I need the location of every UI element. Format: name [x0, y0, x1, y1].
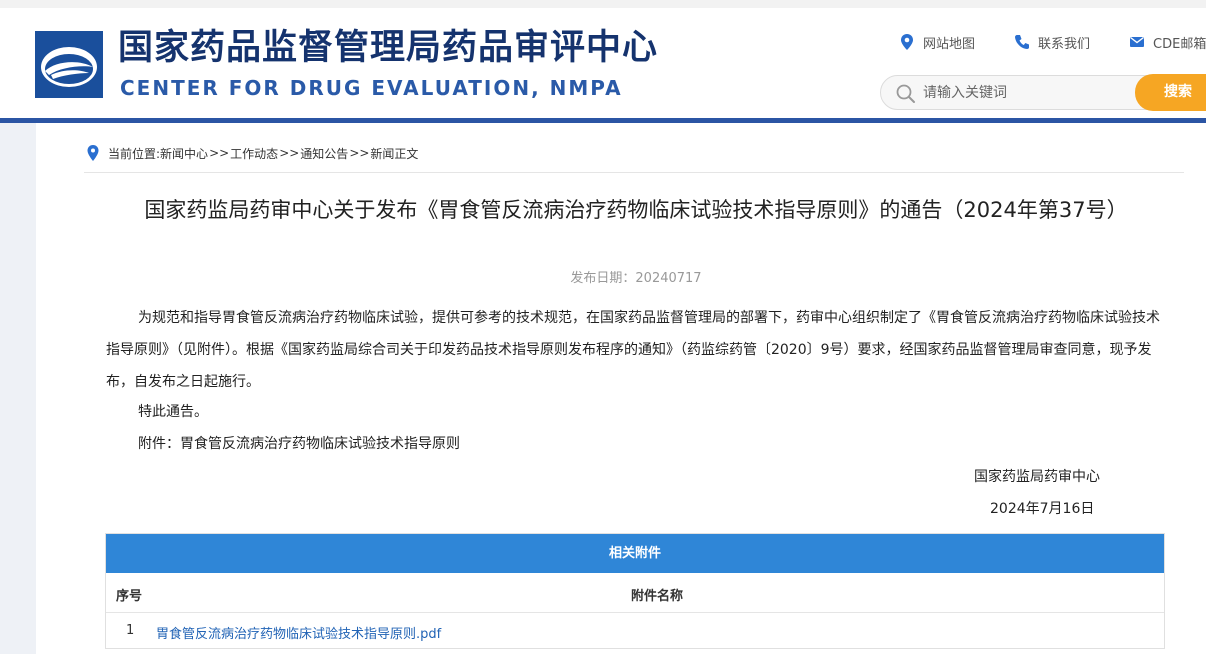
signature-date: 2024年7月16日 — [990, 501, 1095, 517]
column-header-name: 附件名称 — [631, 589, 684, 604]
sitemap-link[interactable]: 网站地图 — [898, 33, 975, 52]
breadcrumb-separator: >> — [349, 146, 370, 160]
site-name-chinese: 国家药品监督管理局药品审评中心 — [118, 28, 659, 68]
search-input[interactable] — [923, 81, 1123, 105]
logo-emblem-icon — [35, 31, 103, 98]
site-name-english: CENTER FOR DRUG EVALUATION, NMPA — [120, 76, 623, 100]
breadcrumb-item-article: 新闻正文 — [370, 146, 419, 161]
column-header-number: 序号 — [116, 589, 143, 604]
signature-organization: 国家药监局药审中心 — [974, 469, 1100, 485]
breadcrumb-separator: >> — [279, 146, 300, 160]
table-row: 1 胃食管反流病治疗药物临床试验技术指导原则.pdf — [106, 614, 1164, 650]
attachments-table: 相关附件 序号 附件名称 1 胃食管反流病治疗药物临床试验技术指导原则.pdf — [105, 533, 1165, 649]
mailbox-link[interactable]: CDE邮箱 — [1128, 33, 1206, 52]
header-top-strip — [0, 0, 1206, 8]
contact-link[interactable]: 联系我们 — [1013, 33, 1090, 52]
mailbox-link-label: CDE邮箱 — [1153, 36, 1206, 52]
breadcrumb-item-notices[interactable]: 通知公告 — [300, 145, 348, 162]
breadcrumb: 当前位置: 新闻中心 >> 工作动态 >> 通知公告 >> 新闻正文 — [86, 143, 418, 163]
sitemap-link-label: 网站地图 — [923, 36, 976, 52]
article-attachment-line: 附件：胃食管反流病治疗药物临床试验技术指导原则 — [138, 436, 460, 452]
breadcrumb-separator: >> — [209, 146, 230, 160]
breadcrumb-prefix: 当前位置: — [108, 146, 161, 161]
article-notice: 特此通告。 — [138, 404, 208, 420]
site-header: 国家药品监督管理局药品审评中心 CENTER FOR DRUG EVALUATI… — [0, 0, 1206, 118]
article-container: 当前位置: 新闻中心 >> 工作动态 >> 通知公告 >> 新闻正文 国家药监局… — [36, 123, 1206, 654]
attachments-column-headers: 序号 附件名称 — [106, 573, 1164, 613]
site-logo[interactable] — [35, 31, 103, 98]
breadcrumb-item-news-center[interactable]: 新闻中心 — [160, 145, 208, 162]
article-title: 国家药监局药审中心关于发布《胃食管反流病治疗药物临床试验技术指导原则》的通告（2… — [144, 198, 1128, 222]
location-pin-icon — [901, 34, 913, 50]
breadcrumb-item-work-news[interactable]: 工作动态 — [230, 145, 278, 162]
top-links: 网站地图 联系我们 CDE邮箱 — [898, 31, 1206, 53]
breadcrumb-divider — [84, 172, 1184, 173]
location-pin-icon — [87, 145, 99, 161]
search-icon — [896, 84, 915, 103]
search-button[interactable]: 搜索 — [1135, 74, 1206, 111]
article-paragraph: 为规范和指导胃食管反流病治疗药物临床试验，提供可参考的技术规范，在国家药品监督管… — [106, 310, 1160, 390]
attachment-number: 1 — [126, 623, 135, 638]
attachment-pdf-link[interactable]: 胃食管反流病治疗药物临床试验技术指导原则.pdf — [156, 623, 441, 642]
phone-icon — [1015, 35, 1030, 49]
publish-date: 发布日期：20240717 — [570, 271, 702, 286]
contact-link-label: 联系我们 — [1038, 36, 1091, 52]
attachments-heading: 相关附件 — [106, 534, 1164, 573]
mail-icon — [1130, 36, 1145, 47]
